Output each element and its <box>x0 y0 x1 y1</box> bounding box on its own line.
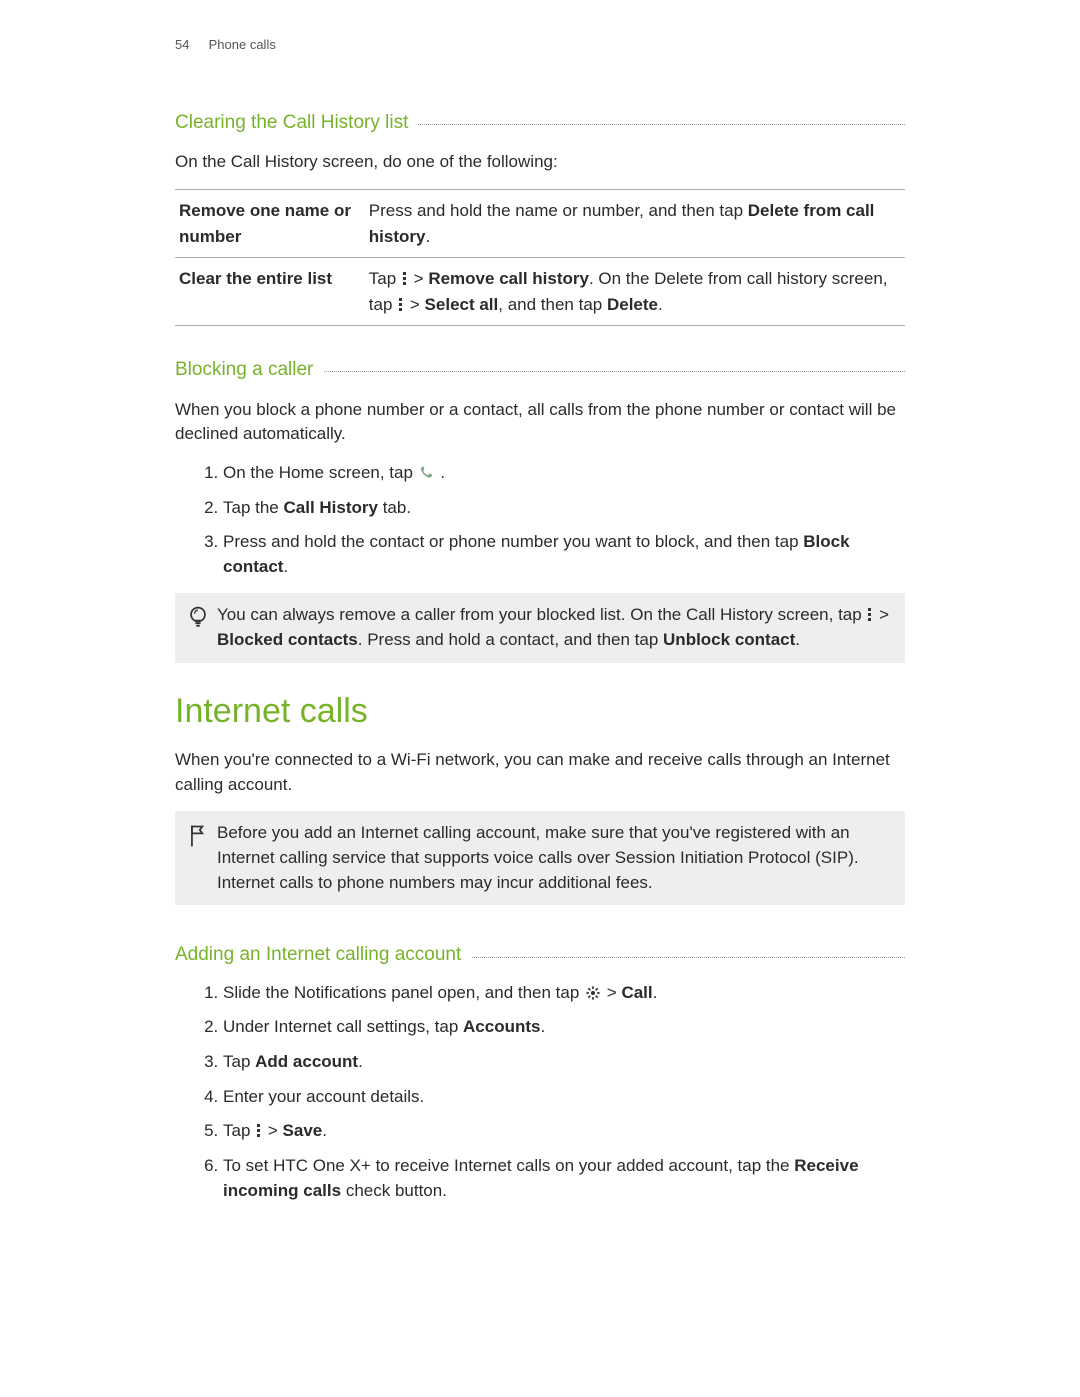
gear-icon <box>584 985 602 1001</box>
important-box: Before you add an Internet calling accou… <box>175 811 905 905</box>
list-item: Tap the Call History tab. <box>223 496 905 521</box>
overflow-menu-icon <box>255 1123 263 1139</box>
list-item: Enter your account details. <box>223 1085 905 1110</box>
phone-icon <box>418 465 436 481</box>
table-row: Clear the entire list Tap > Remove call … <box>175 258 905 326</box>
list-item: Slide the Notifications panel open, and … <box>223 981 905 1006</box>
subheading-row: Clearing the Call History list <box>175 97 905 143</box>
subheading-row: Blocking a caller <box>175 344 905 390</box>
list-item: Tap > Save. <box>223 1119 905 1144</box>
flag-icon <box>187 821 217 858</box>
overflow-menu-icon <box>866 607 874 623</box>
row-value: Press and hold the name or number, and t… <box>365 190 905 258</box>
row-value: Tap > Remove call history. On the Delete… <box>365 258 905 326</box>
subheading-adding-account: Adding an Internet calling account <box>175 941 471 969</box>
clear-history-table: Remove one name or number Press and hold… <box>175 189 905 326</box>
subheading-blocking: Blocking a caller <box>175 356 323 384</box>
subheading-row: Adding an Internet calling account <box>175 929 905 975</box>
list-item: Under Internet call settings, tap Accoun… <box>223 1015 905 1040</box>
list-item: On the Home screen, tap . <box>223 461 905 486</box>
tip-box: You can always remove a caller from your… <box>175 593 905 662</box>
adding-account-steps: Slide the Notifications panel open, and … <box>175 981 905 1203</box>
intro-blocking: When you block a phone number or a conta… <box>175 398 905 447</box>
blocking-steps: On the Home screen, tap . Tap the Call H… <box>175 461 905 580</box>
running-header: 54 Phone calls <box>175 36 905 55</box>
list-item: Tap Add account. <box>223 1050 905 1075</box>
tip-text: You can always remove a caller from your… <box>217 603 893 652</box>
intro-internet: When you're connected to a Wi-Fi network… <box>175 748 905 797</box>
list-item: To set HTC One X+ to receive Internet ca… <box>223 1154 905 1203</box>
lightbulb-icon <box>187 603 217 640</box>
row-label: Clear the entire list <box>175 258 365 326</box>
section-name: Phone calls <box>209 37 276 52</box>
page-number: 54 <box>175 36 205 55</box>
manual-page: 54 Phone calls Clearing the Call History… <box>0 0 1080 1397</box>
table-row: Remove one name or number Press and hold… <box>175 190 905 258</box>
list-item: Press and hold the contact or phone numb… <box>223 530 905 579</box>
row-label: Remove one name or number <box>175 190 365 258</box>
overflow-menu-icon <box>401 271 409 287</box>
heading-internet-calls: Internet calls <box>175 687 905 736</box>
important-text: Before you add an Internet calling accou… <box>217 821 893 895</box>
overflow-menu-icon <box>397 297 405 313</box>
subheading-clearing: Clearing the Call History list <box>175 109 418 137</box>
intro-clearing: On the Call History screen, do one of th… <box>175 150 905 175</box>
